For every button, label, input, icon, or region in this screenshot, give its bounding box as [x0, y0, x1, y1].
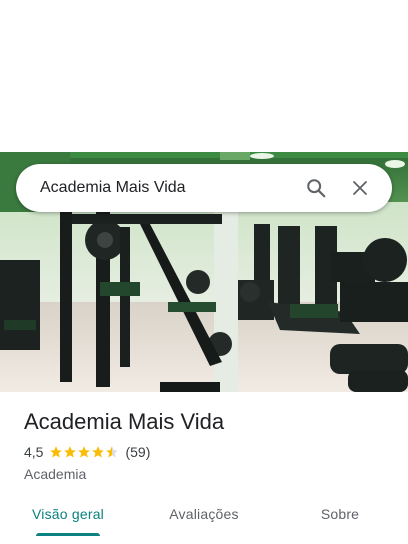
search-icon: [307, 179, 326, 198]
rating-row[interactable]: 4,5 (59): [24, 442, 392, 462]
star-half-icon: [106, 446, 119, 458]
close-icon: [353, 181, 367, 195]
search-input[interactable]: [40, 179, 290, 197]
tab-overview[interactable]: Visão geral: [0, 492, 136, 536]
tab-label: Sobre: [320, 506, 360, 522]
star-icon: [50, 446, 63, 458]
tab-about[interactable]: Sobre: [272, 492, 408, 536]
place-tabs: Visão geral Avaliações Sobre: [0, 492, 408, 536]
active-tab-indicator: [36, 533, 100, 536]
tab-label: Visão geral: [32, 506, 104, 522]
tab-label: Avaliações: [169, 506, 239, 522]
place-category[interactable]: Academia: [24, 464, 392, 484]
place-title: Academia Mais Vida: [24, 409, 225, 434]
reviews-count[interactable]: (59): [125, 444, 150, 460]
place-info: Academia Mais Vida 4,5 (59) Academia: [24, 406, 392, 484]
close-button[interactable]: [342, 170, 378, 206]
search-button[interactable]: [298, 170, 334, 206]
star-icon: [78, 446, 91, 458]
star-rating: [49, 445, 119, 459]
star-icon: [64, 446, 77, 458]
rating-value: 4,5: [24, 444, 44, 460]
tab-reviews[interactable]: Avaliações: [136, 492, 272, 536]
search-bar[interactable]: [16, 164, 392, 212]
star-icon: [92, 446, 105, 458]
